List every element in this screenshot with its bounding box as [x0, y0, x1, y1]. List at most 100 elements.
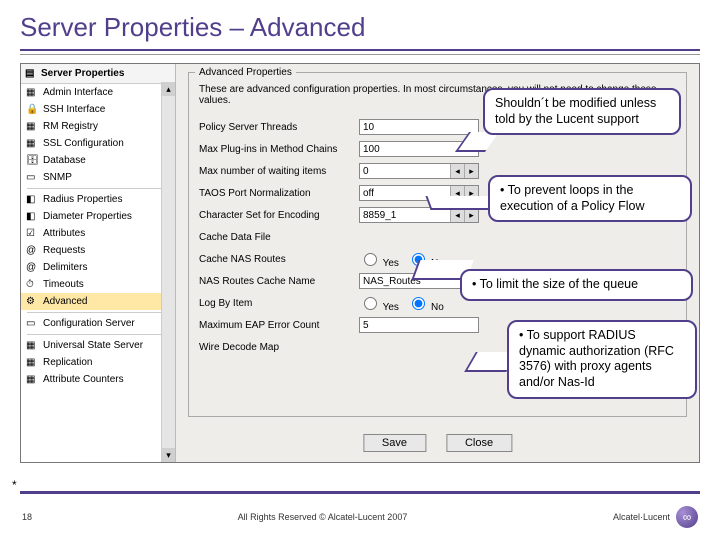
brand-text: Alcatel·Lucent [613, 512, 670, 522]
sidebar-item-attribute-counters[interactable]: ▦ Attribute Counters [21, 371, 175, 388]
sidebar-item-label: Advanced [43, 296, 87, 307]
title-rule-2 [20, 54, 700, 55]
sidebar-item-attributes[interactable]: ☑ Attributes [21, 225, 175, 242]
sidebar-item-database[interactable]: 🗄 Database [21, 152, 175, 169]
sidebar-item-diameter-properties[interactable]: ◧ Diameter Properties [21, 208, 175, 225]
callout-radius: • To support RADIUS dynamic authorizatio… [507, 320, 697, 399]
radio-yes[interactable] [364, 253, 377, 266]
sidebar-item-label: Attribute Counters [43, 374, 124, 385]
callout-queue: • To limit the size of the queue [460, 269, 693, 301]
sidebar-item-universal-state-server[interactable]: ▦ Universal State Server [21, 337, 175, 354]
property-label: Max number of waiting items [199, 166, 359, 177]
sidebar-item-rm-registry[interactable]: ▦ RM Registry [21, 118, 175, 135]
sidebar-item-label: Radius Properties [43, 194, 122, 205]
sidebar-item-ssl-configuration[interactable]: ▦ SSL Configuration [21, 135, 175, 152]
brand-logo: Alcatel·Lucent ∞ [613, 506, 698, 528]
sidebar-item-label: SSL Configuration [43, 138, 124, 149]
sidebar-item-icon: ▦ [26, 357, 38, 369]
scroll-down-icon[interactable]: ▾ [162, 448, 175, 462]
property-input[interactable] [359, 119, 479, 135]
property-label: Cache NAS Routes [199, 254, 359, 265]
property-label: TAOS Port Normalization [199, 188, 359, 199]
callout-tail [425, 196, 495, 210]
footer-rule [20, 491, 700, 494]
sidebar-scrollbar[interactable]: ▴ ▾ [161, 82, 175, 462]
spin-right-icon[interactable]: ▸ [464, 208, 478, 222]
sidebar-item-configuration-server[interactable]: ▭ Configuration Server [21, 315, 175, 332]
property-row: Max Plug-ins in Method Chains [199, 138, 676, 160]
sidebar-item-icon: ▦ [26, 121, 38, 133]
sidebar-item-label: Requests [43, 245, 85, 256]
callout-loops: • To prevent loops in the execution of a… [488, 175, 692, 222]
sidebar-item-icon: 🔒 [26, 104, 38, 116]
sidebar-item-icon: ☑ [26, 228, 38, 240]
property-label: Policy Server Threads [199, 122, 359, 133]
sidebar-item-requests[interactable]: @ Requests [21, 242, 175, 259]
property-input[interactable] [359, 317, 479, 333]
sidebar-item-ssh-interface[interactable]: 🔒 SSH Interface [21, 101, 175, 118]
sidebar: Server Properties ▦ Admin Interface 🔒 SSH I… [21, 64, 176, 462]
property-value: 8859_1 [363, 210, 396, 221]
sidebar-item-delimiters[interactable]: @ Delimiters [21, 259, 175, 276]
sidebar-item-icon: ▭ [26, 172, 38, 184]
sidebar-item-icon: ▭ [26, 318, 38, 330]
page-title: Server Properties – Advanced [20, 12, 700, 43]
property-label: NAS Routes Cache Name [199, 276, 359, 287]
sidebar-item-icon: ⏱ [26, 279, 38, 291]
property-label: Cache Data File [199, 232, 359, 243]
footnote-asterisk: * [12, 478, 17, 492]
callout-support: Shouldn´t be modified unless told by the… [483, 88, 681, 135]
sidebar-item-icon: ⚙ [26, 296, 38, 308]
sidebar-item-icon: ▦ [26, 340, 38, 352]
sidebar-item-label: Diameter Properties [43, 211, 132, 222]
property-label: Maximum EAP Error Count [199, 320, 359, 331]
sidebar-item-label: SSH Interface [43, 104, 105, 115]
fieldset-legend: Advanced Properties [195, 67, 296, 78]
property-label: Log By Item [199, 298, 359, 309]
brand-icon: ∞ [676, 506, 698, 528]
spin-left-icon[interactable]: ◂ [450, 164, 464, 178]
property-label: Wire Decode Map [199, 342, 359, 353]
sidebar-item-label: Universal State Server [43, 340, 143, 351]
sidebar-item-label: Timeouts [43, 279, 84, 290]
sidebar-item-icon: 🗄 [26, 155, 38, 167]
property-row: Cache Data File [199, 226, 676, 248]
sidebar-item-icon: ▦ [26, 87, 38, 99]
sidebar-item-icon: ▦ [26, 138, 38, 150]
page-footer: 18 All Rights Reserved © Alcatel-Lucent … [22, 506, 698, 528]
sidebar-item-icon: @ [26, 245, 38, 257]
title-rule-1 [20, 49, 700, 51]
property-value: 0 [363, 166, 369, 177]
sidebar-item-replication[interactable]: ▦ Replication [21, 354, 175, 371]
sidebar-item-icon: @ [26, 262, 38, 274]
sidebar-item-label: SNMP [43, 172, 72, 183]
sidebar-item-advanced[interactable]: ⚙ Advanced [21, 293, 175, 310]
spin-right-icon[interactable]: ▸ [464, 164, 478, 178]
sidebar-item-icon: ◧ [26, 211, 38, 223]
sidebar-item-label: RM Registry [43, 121, 98, 132]
sidebar-item-timeouts[interactable]: ⏱ Timeouts [21, 276, 175, 293]
sidebar-item-label: Replication [43, 357, 92, 368]
sidebar-item-label: Configuration Server [43, 318, 135, 329]
radio-no[interactable] [412, 297, 425, 310]
close-button[interactable]: Close [446, 434, 512, 452]
sidebar-heading: Server Properties [21, 64, 175, 84]
sidebar-item-label: Delimiters [43, 262, 87, 273]
save-button[interactable]: Save [363, 434, 426, 452]
page-number: 18 [22, 512, 32, 522]
sidebar-item-icon: ▦ [26, 374, 38, 386]
sidebar-item-label: Database [43, 155, 86, 166]
sidebar-item-radius-properties[interactable]: ◧ Radius Properties [21, 191, 175, 208]
sidebar-item-snmp[interactable]: ▭ SNMP [21, 169, 175, 186]
sidebar-item-admin-interface[interactable]: ▦ Admin Interface [21, 84, 175, 101]
property-label: Max Plug-ins in Method Chains [199, 144, 359, 155]
spin-left-icon[interactable]: ◂ [450, 208, 464, 222]
scroll-up-icon[interactable]: ▴ [162, 82, 175, 96]
sidebar-item-icon: ◧ [26, 194, 38, 206]
sidebar-item-label: Attributes [43, 228, 85, 239]
copyright: All Rights Reserved © Alcatel-Lucent 200… [238, 512, 408, 522]
sidebar-item-label: Admin Interface [43, 87, 113, 98]
radio-yes[interactable] [364, 297, 377, 310]
property-spinner[interactable]: 0 ◂▸ [359, 163, 479, 179]
property-value: off [363, 188, 374, 199]
